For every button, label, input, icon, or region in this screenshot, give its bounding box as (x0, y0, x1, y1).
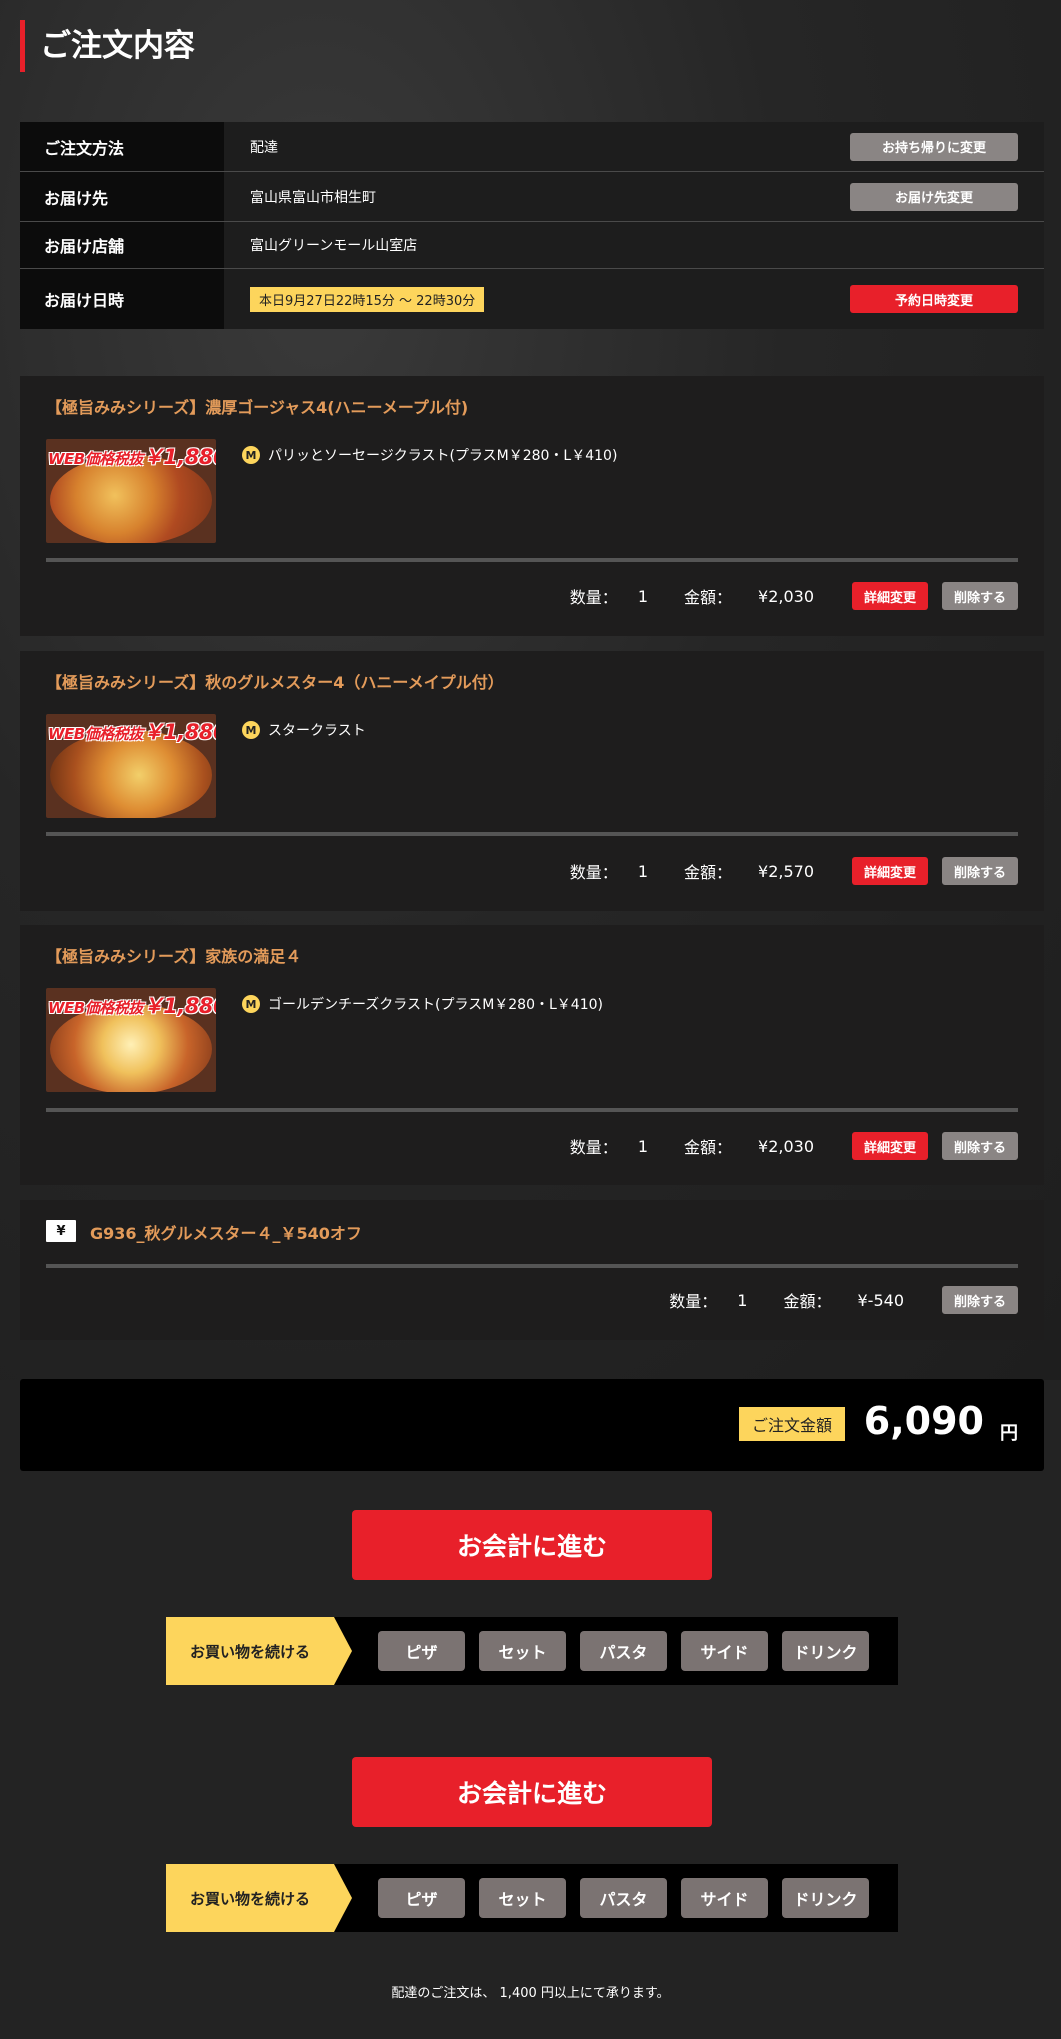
order-total-bar: ご注文金額 6,090 円 (20, 1379, 1044, 1471)
item-title: 【極旨みみシリーズ】濃厚ゴージャス4(ハニーメープル付) (46, 398, 469, 417)
qty-value: 1 (637, 1136, 648, 1156)
price-label: 金額： (684, 1138, 733, 1157)
item-title: 【極旨みみシリーズ】秋のグルメスター4（ハニーメイプル付） (46, 673, 504, 692)
category-side-button[interactable]: サイド (681, 1878, 768, 1918)
info-row-store: お届け店舗 富山グリーンモール山室店 (20, 222, 1044, 269)
continue-shopping-label[interactable]: お買い物を続ける (166, 1617, 352, 1685)
checkout-button[interactable]: お会計に進む (352, 1510, 712, 1580)
qty-label: 数量： (569, 863, 618, 882)
divider (46, 832, 1018, 836)
info-row-address: お届け先 富山県富山市相生町 お届け先変更 (20, 172, 1044, 222)
yen-ticket-icon: ¥ (46, 1220, 76, 1242)
cart-item: 【極旨みみシリーズ】濃厚ゴージャス4(ハニーメープル付) WEB価格税抜￥1,8… (20, 376, 1044, 636)
minimum-order-note: 配達のご注文は、 1,400 円以上にて承ります。 (391, 1986, 670, 2001)
page-title: ご注文内容 (20, 20, 195, 72)
price-label: 金額： (684, 588, 733, 607)
crust-line: M スタークラスト (242, 720, 366, 740)
price-value: ¥2,030 (758, 586, 814, 606)
info-row-method: ご注文方法 配達 お持ち帰りに変更 (20, 122, 1044, 172)
pizza-image: WEB価格税抜￥1,880! (46, 439, 216, 543)
order-page: ご注文内容 ご注文方法 配達 お持ち帰りに変更 お届け先 富山県富山市相生町 お… (0, 0, 1061, 2039)
category-pizza-button[interactable]: ピザ (378, 1631, 465, 1671)
pizza-image: WEB価格税抜￥1,880! (46, 714, 216, 818)
size-m-icon: M (242, 995, 260, 1013)
web-price-label: WEB価格税抜￥1,880! (48, 720, 216, 744)
info-label-address: お届け先 (20, 172, 224, 221)
change-reservation-datetime-button[interactable]: 予約日時変更 (850, 285, 1018, 313)
size-m-icon: M (242, 446, 260, 464)
info-row-datetime: お届け日時 本日9月27日22時15分 〜 22時30分 予約日時変更 (20, 269, 1044, 329)
info-value-store: 富山グリーンモール山室店 (250, 238, 418, 254)
category-drink-button[interactable]: ドリンク (782, 1631, 869, 1671)
item-footer: 数量： 1 金額： ¥2,570 詳細変更 削除する (570, 857, 1018, 885)
delivery-datetime-badge: 本日9月27日22時15分 〜 22時30分 (250, 286, 485, 312)
category-pasta-button[interactable]: パスタ (580, 1631, 667, 1671)
crust-line: M ゴールデンチーズクラスト(プラスM￥280・L￥410) (242, 994, 603, 1014)
coupon-footer: 数量： 1 金額： ¥-540 削除する (669, 1286, 1018, 1314)
item-footer: 数量： 1 金額： ¥2,030 詳細変更 削除する (570, 582, 1018, 610)
edit-details-button[interactable]: 詳細変更 (852, 582, 928, 610)
continue-shopping-label[interactable]: お買い物を続ける (166, 1864, 352, 1932)
order-info-table: ご注文方法 配達 お持ち帰りに変更 お届け先 富山県富山市相生町 お届け先変更 … (20, 122, 1044, 329)
pizza-image: WEB価格税抜￥1,880! (46, 988, 216, 1092)
item-title: 【極旨みみシリーズ】家族の満足４ (46, 947, 302, 966)
category-side-button[interactable]: サイド (681, 1631, 768, 1671)
crust-text: パリッとソーセージクラスト(プラスM￥280・L￥410) (268, 448, 618, 464)
category-drink-button[interactable]: ドリンク (782, 1878, 869, 1918)
delete-button[interactable]: 削除する (942, 582, 1018, 610)
info-label-datetime: お届け日時 (20, 269, 224, 329)
qty-label: 数量： (569, 1138, 618, 1157)
info-label-store: お届け店舗 (20, 222, 224, 268)
crust-line: M パリッとソーセージクラスト(プラスM￥280・L￥410) (242, 445, 617, 465)
crust-text: ゴールデンチーズクラスト(プラスM￥280・L￥410) (268, 997, 603, 1013)
divider (46, 1264, 1018, 1268)
change-address-button[interactable]: お届け先変更 (850, 182, 1018, 211)
qty-value: 1 (737, 1290, 748, 1310)
price-label: 金額： (684, 863, 733, 882)
change-to-takeout-button[interactable]: お持ち帰りに変更 (850, 132, 1018, 161)
web-price-label: WEB価格税抜￥1,880! (48, 445, 216, 469)
divider (46, 558, 1018, 562)
coupon-item: ¥ G936_秋グルメスター４_￥540オフ 数量： 1 金額： ¥-540 削… (20, 1200, 1044, 1340)
qty-value: 1 (637, 861, 648, 881)
continue-shopping-nav: お買い物を続ける ピザ セット パスタ サイド ドリンク (166, 1864, 898, 1932)
web-price-label: WEB価格税抜￥1,880! (48, 994, 216, 1018)
size-m-icon: M (242, 721, 260, 739)
edit-details-button[interactable]: 詳細変更 (852, 1132, 928, 1160)
price-value: ¥2,570 (758, 861, 814, 881)
crust-text: スタークラスト (268, 723, 366, 739)
cart-item: 【極旨みみシリーズ】秋のグルメスター4（ハニーメイプル付） WEB価格税抜￥1,… (20, 651, 1044, 911)
delete-button[interactable]: 削除する (942, 1286, 1018, 1314)
total-amount: 6,090 (863, 1399, 984, 1443)
delete-button[interactable]: 削除する (942, 1132, 1018, 1160)
delete-button[interactable]: 削除する (942, 857, 1018, 885)
total-label: ご注文金額 (739, 1407, 845, 1441)
continue-shopping-nav: お買い物を続ける ピザ セット パスタ サイド ドリンク (166, 1617, 898, 1685)
qty-label: 数量： (669, 1292, 718, 1311)
item-footer: 数量： 1 金額： ¥2,030 詳細変更 削除する (570, 1132, 1018, 1160)
category-set-button[interactable]: セット (479, 1878, 566, 1918)
category-set-button[interactable]: セット (479, 1631, 566, 1671)
price-value: ¥-540 (857, 1290, 905, 1310)
info-label-method: ご注文方法 (20, 122, 224, 171)
coupon-title: G936_秋グルメスター４_￥540オフ (90, 1224, 362, 1243)
price-value: ¥2,030 (758, 1136, 814, 1156)
price-label: 金額： (783, 1292, 832, 1311)
checkout-button[interactable]: お会計に進む (352, 1757, 712, 1827)
qty-value: 1 (637, 586, 648, 606)
total-unit: 円 (1000, 1423, 1018, 1444)
divider (46, 1108, 1018, 1112)
category-pasta-button[interactable]: パスタ (580, 1878, 667, 1918)
category-pizza-button[interactable]: ピザ (378, 1878, 465, 1918)
cart-item: 【極旨みみシリーズ】家族の満足４ WEB価格税抜￥1,880! M ゴールデンチ… (20, 925, 1044, 1185)
qty-label: 数量： (569, 588, 618, 607)
edit-details-button[interactable]: 詳細変更 (852, 857, 928, 885)
